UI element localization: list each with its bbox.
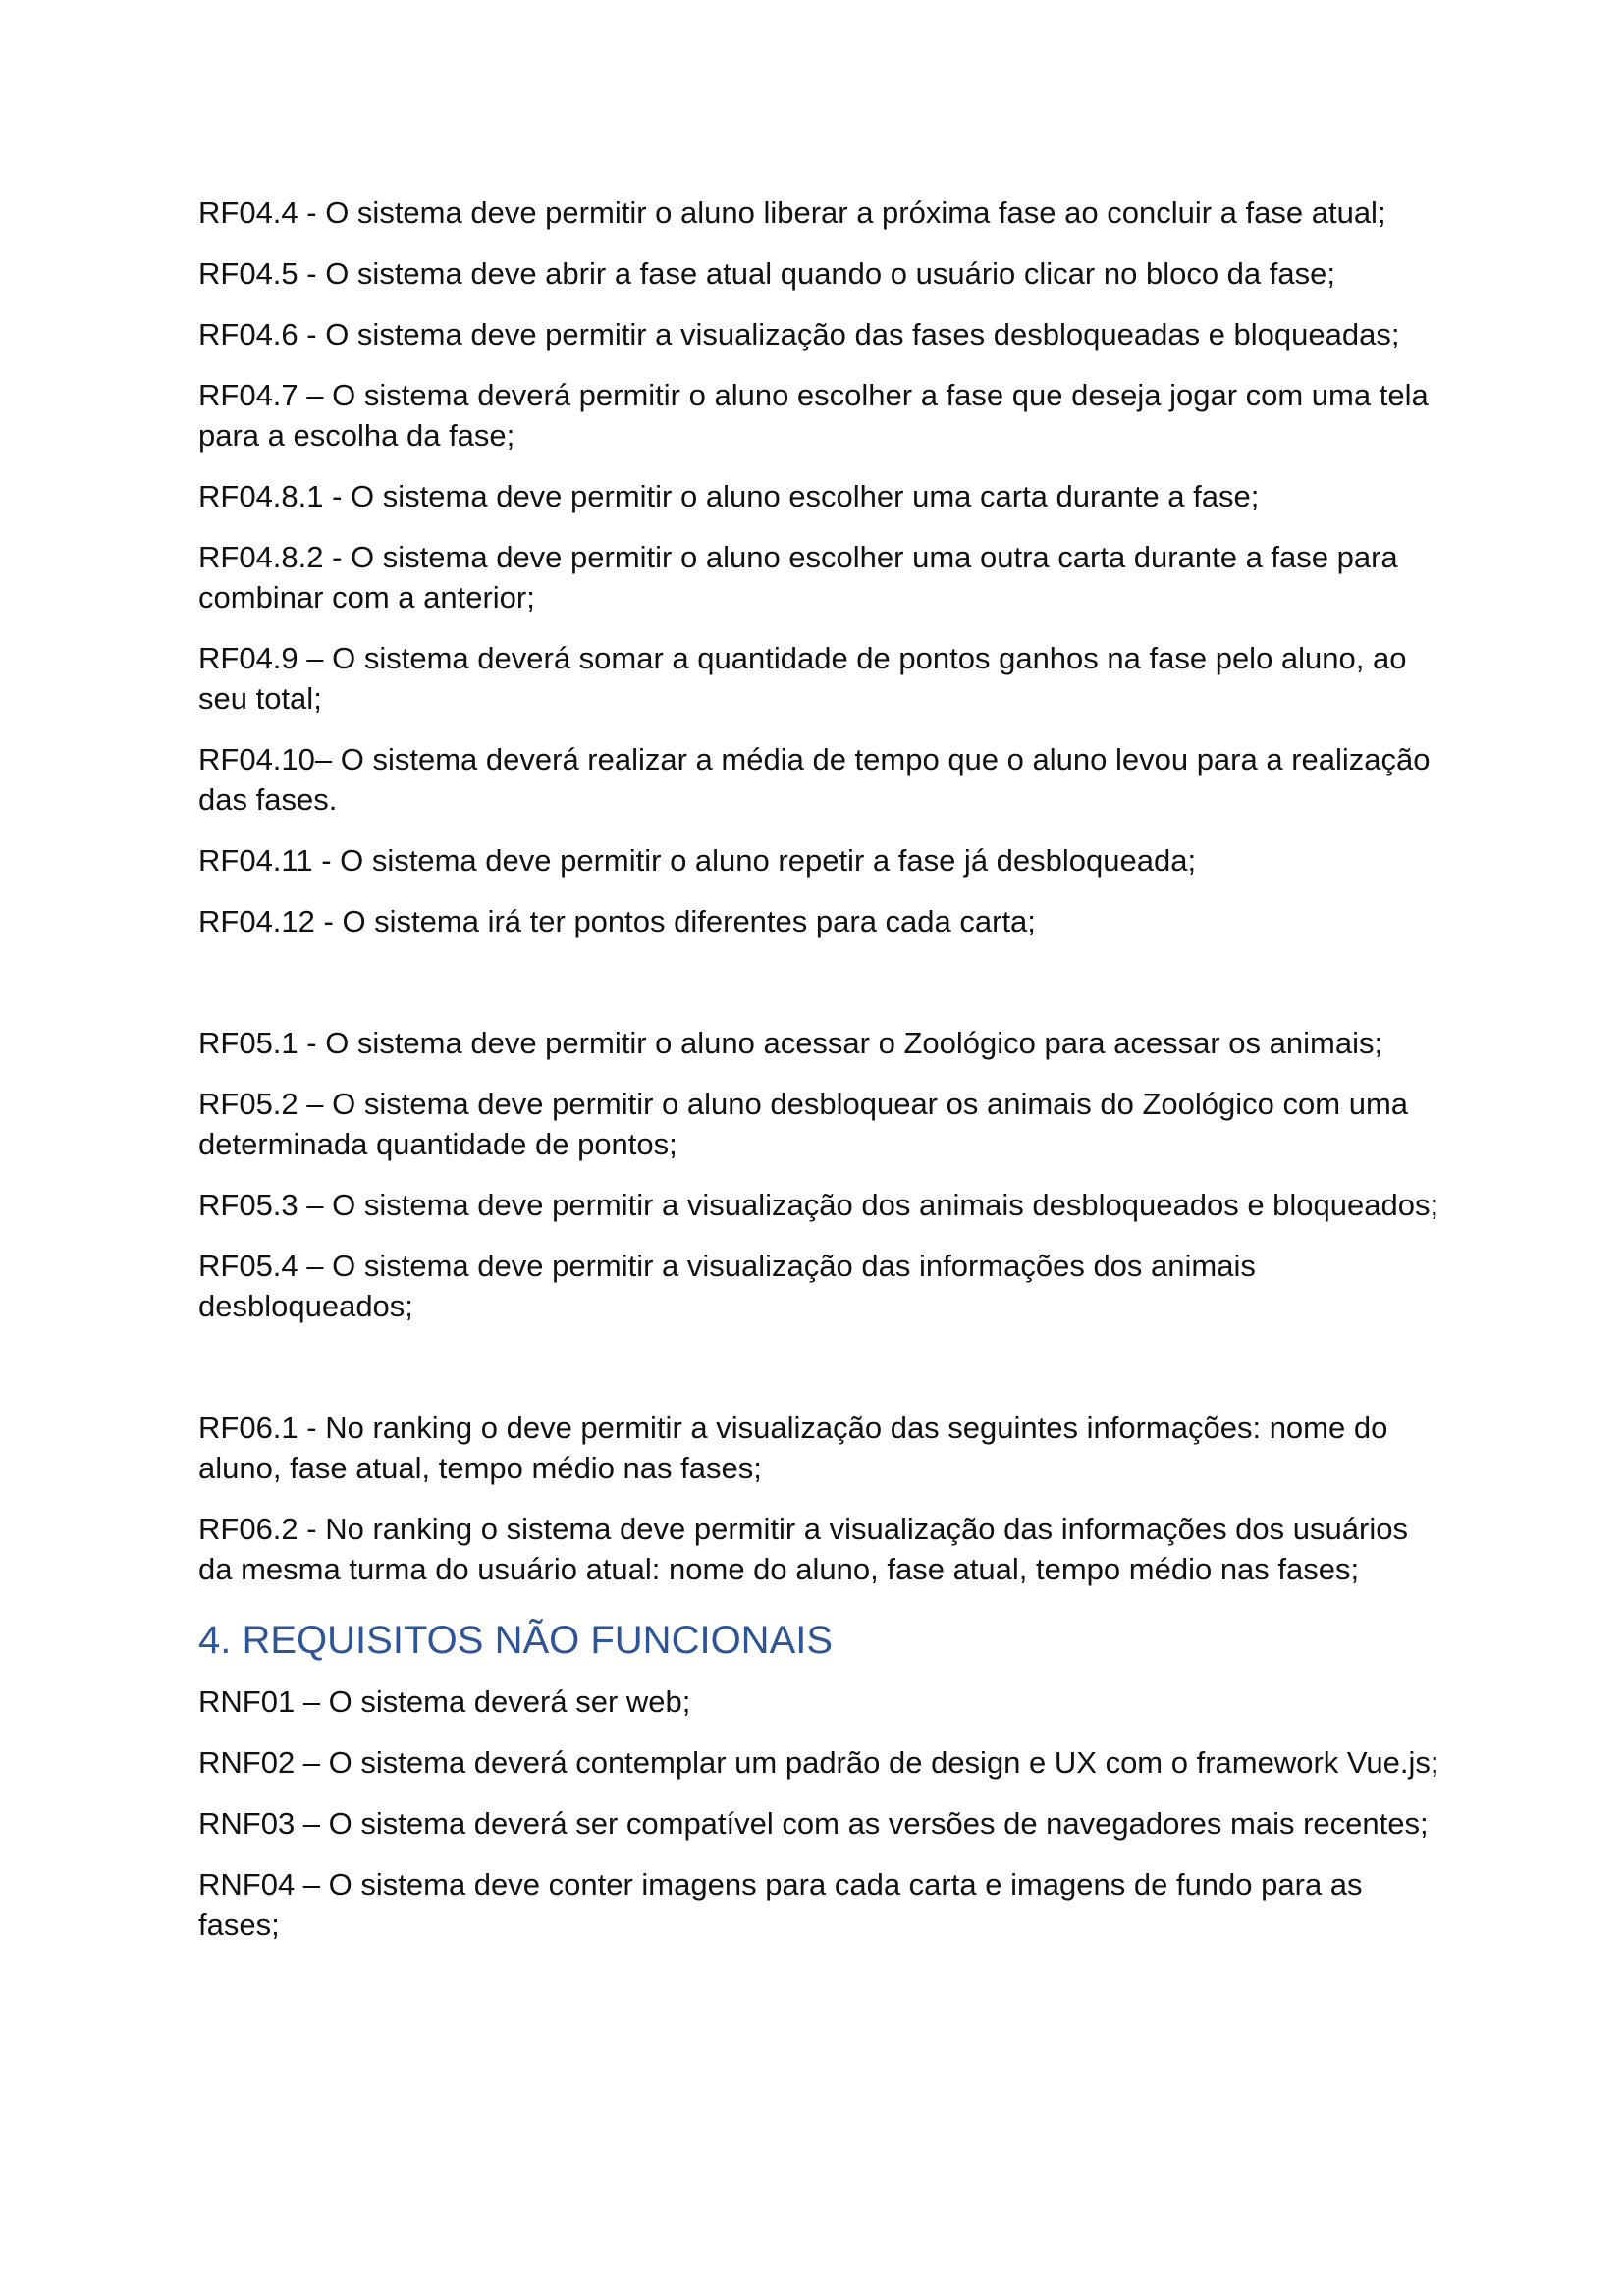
requirement-rf06-2: RF06.2 - No ranking o sistema deve permi… bbox=[198, 1512, 1408, 1586]
requirement-rnf01: RNF01 – O sistema deverá ser web; bbox=[198, 1684, 691, 1719]
requirement-rf04-11: RF04.11 - O sistema deve permitir o alun… bbox=[198, 843, 1197, 878]
requirement-rf05-3: RF05.3 – O sistema deve permitir a visua… bbox=[198, 1188, 1439, 1222]
rf04-requirements: RF04.4 - O sistema deve permitir o aluno… bbox=[198, 192, 1445, 941]
requirement-rf06-1: RF06.1 - No ranking o deve permitir a vi… bbox=[198, 1411, 1388, 1485]
requirement-rf04-10: RF04.10– O sistema deverá realizar a méd… bbox=[198, 742, 1431, 817]
requirement-rnf03: RNF03 – O sistema deverá ser compatível … bbox=[198, 1806, 1429, 1841]
rnf-requirements: RNF01 – O sistema deverá ser web; RNF02 … bbox=[198, 1682, 1445, 1945]
requirement-rf04-7: RF04.7 – O sistema deverá permitir o alu… bbox=[198, 378, 1429, 453]
requirement-rf04-8-1: RF04.8.1 - O sistema deve permitir o alu… bbox=[198, 479, 1260, 513]
requirement-rf04-9: RF04.9 – O sistema deverá somar a quanti… bbox=[198, 641, 1407, 716]
requirement-rf04-4: RF04.4 - O sistema deve permitir o aluno… bbox=[198, 195, 1386, 230]
requirement-rf05-1: RF05.1 - O sistema deve permitir o aluno… bbox=[198, 1026, 1383, 1060]
requirement-rf05-2: RF05.2 – O sistema deve permitir o aluno… bbox=[198, 1087, 1409, 1161]
requirement-rf04-6: RF04.6 - O sistema deve permitir a visua… bbox=[198, 317, 1400, 351]
section-heading-nonfunctional: 4. REQUISITOS NÃO FUNCIONAIS bbox=[198, 1619, 834, 1662]
requirement-rnf04: RNF04 – O sistema deve conter imagens pa… bbox=[198, 1867, 1363, 1942]
requirement-rf04-12: RF04.12 - O sistema irá ter pontos difer… bbox=[198, 904, 1036, 938]
requirement-rf05-4: RF05.4 – O sistema deve permitir a visua… bbox=[198, 1249, 1256, 1323]
rf06-requirements: RF06.1 - No ranking o deve permitir a vi… bbox=[198, 1408, 1445, 1589]
requirement-rnf02: RNF02 – O sistema deverá contemplar um p… bbox=[198, 1745, 1439, 1780]
document-page: RF04.4 - O sistema deve permitir o aluno… bbox=[198, 192, 1445, 1965]
requirement-rf04-5: RF04.5 - O sistema deve abrir a fase atu… bbox=[198, 256, 1335, 291]
requirement-rf04-8-2: RF04.8.2 - O sistema deve permitir o alu… bbox=[198, 540, 1398, 614]
rf05-requirements: RF05.1 - O sistema deve permitir o aluno… bbox=[198, 1023, 1445, 1326]
